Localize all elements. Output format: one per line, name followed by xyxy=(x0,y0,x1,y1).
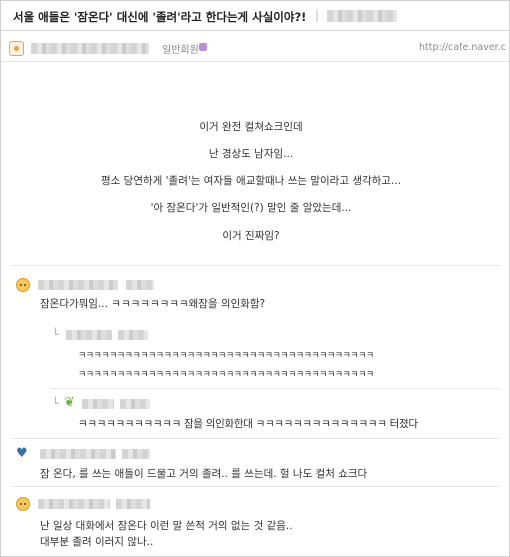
blurred-comment-date xyxy=(126,280,154,290)
blurred-commenter-name xyxy=(40,449,116,459)
comment-divider xyxy=(10,486,500,487)
member-grade: 일반회원 xyxy=(162,45,199,56)
post-body: 이거 완전 컬쳐쇼크인데 난 경상도 남자임... 평소 당연하게 '졸려'는 … xyxy=(1,63,509,263)
blurred-commenter-name xyxy=(38,499,110,509)
comment-text: 대부분 졸려 이러지 않나.. xyxy=(40,536,154,548)
blurred-commenter-name xyxy=(38,280,118,290)
article-title: 서울 애들은 '잠온다' 대신에 '졸려'라고 한다는게 사실이야?! xyxy=(13,10,307,24)
comment-text: 잠온다가뭐임... ㅋㅋㅋㅋㅋㅋㅋㅋ왜잠을 의인화함? xyxy=(40,298,266,310)
blurred-cafe-name xyxy=(327,10,397,22)
comment-text: ㅋㅋㅋㅋㅋㅋㅋㅋㅋㅋㅋㅋㅋㅋㅋㅋㅋㅋㅋㅋㅋㅋㅋㅋㅋㅋㅋㅋㅋㅋㅋㅋㅋㅋㅋㅋㅋㅋ xyxy=(78,370,374,380)
comment-text: 잠 온다, 를 쓰는 애들이 드물고 거의 졸려.. 를 쓰는데. 헐 나도 컬… xyxy=(40,468,368,480)
post-line: 이거 진짜임? xyxy=(222,230,280,242)
blurred-comment-date xyxy=(122,449,150,459)
title-separator: | xyxy=(315,8,320,22)
author-row: 일반회원 http://cafe.naver.c xyxy=(1,32,509,62)
comment-text: 난 일상 대화에서 잠온다 이런 말 쓴적 거의 없는 것 같음.. xyxy=(40,520,293,532)
post-line: 난 경상도 남자임... xyxy=(208,148,294,160)
smiley-face-icon xyxy=(16,278,30,292)
post-line: 이거 완전 컬쳐쇼크인데 xyxy=(199,121,303,133)
comment-list: 잠온다가뭐임... ㅋㅋㅋㅋㅋㅋㅋㅋ왜잠을 의인화함? └ ㅋㅋㅋㅋㅋㅋㅋㅋㅋㅋ… xyxy=(10,265,500,555)
blurred-comment-date xyxy=(120,399,150,409)
smiley-face-icon xyxy=(16,497,30,511)
reply-arrow-icon: └ xyxy=(52,328,59,341)
blurred-commenter-name xyxy=(82,399,114,409)
comment-divider xyxy=(10,438,500,439)
reply-arrow-icon: └ xyxy=(52,397,59,410)
comment-text: ㅋㅋㅋㅋㅋㅋㅋㅋㅋㅋㅋㅋㅋㅋㅋㅋㅋㅋㅋㅋㅋㅋㅋㅋㅋㅋㅋㅋㅋㅋㅋㅋㅋㅋㅋㅋㅋㅋ xyxy=(78,351,374,361)
article-header: 서울 애들은 '잠온다' 대신에 '졸려'라고 한다는게 사실이야?! | xyxy=(1,1,509,31)
leaf-icon: ❦ xyxy=(64,395,75,410)
post-line: 평소 당연하게 '졸려'는 여자들 애교할때나 쓰는 말이라고 생각하고... xyxy=(101,175,401,187)
cat-avatar-icon xyxy=(9,41,24,56)
comment-divider xyxy=(50,388,500,389)
blurred-author-name xyxy=(31,43,149,54)
blurred-comment-date xyxy=(116,499,150,509)
comment-text: ㅋㅋㅋㅋㅋㅋㅋㅋㅋㅋㅋ 잠을 의인화한대 ㅋㅋㅋㅋㅋㅋㅋㅋㅋㅋㅋㅋㅋㅋ 터졌다 xyxy=(78,418,418,430)
post-line: '아 잠온다'가 일반적인(?) 말인 줄 알았는데... xyxy=(150,202,352,214)
blurred-comment-date xyxy=(118,330,148,340)
grade-badge-icon xyxy=(199,43,207,51)
blurred-commenter-name xyxy=(66,330,112,340)
heart-icon: ♥ xyxy=(16,446,28,461)
source-url[interactable]: http://cafe.naver.c xyxy=(419,42,506,53)
